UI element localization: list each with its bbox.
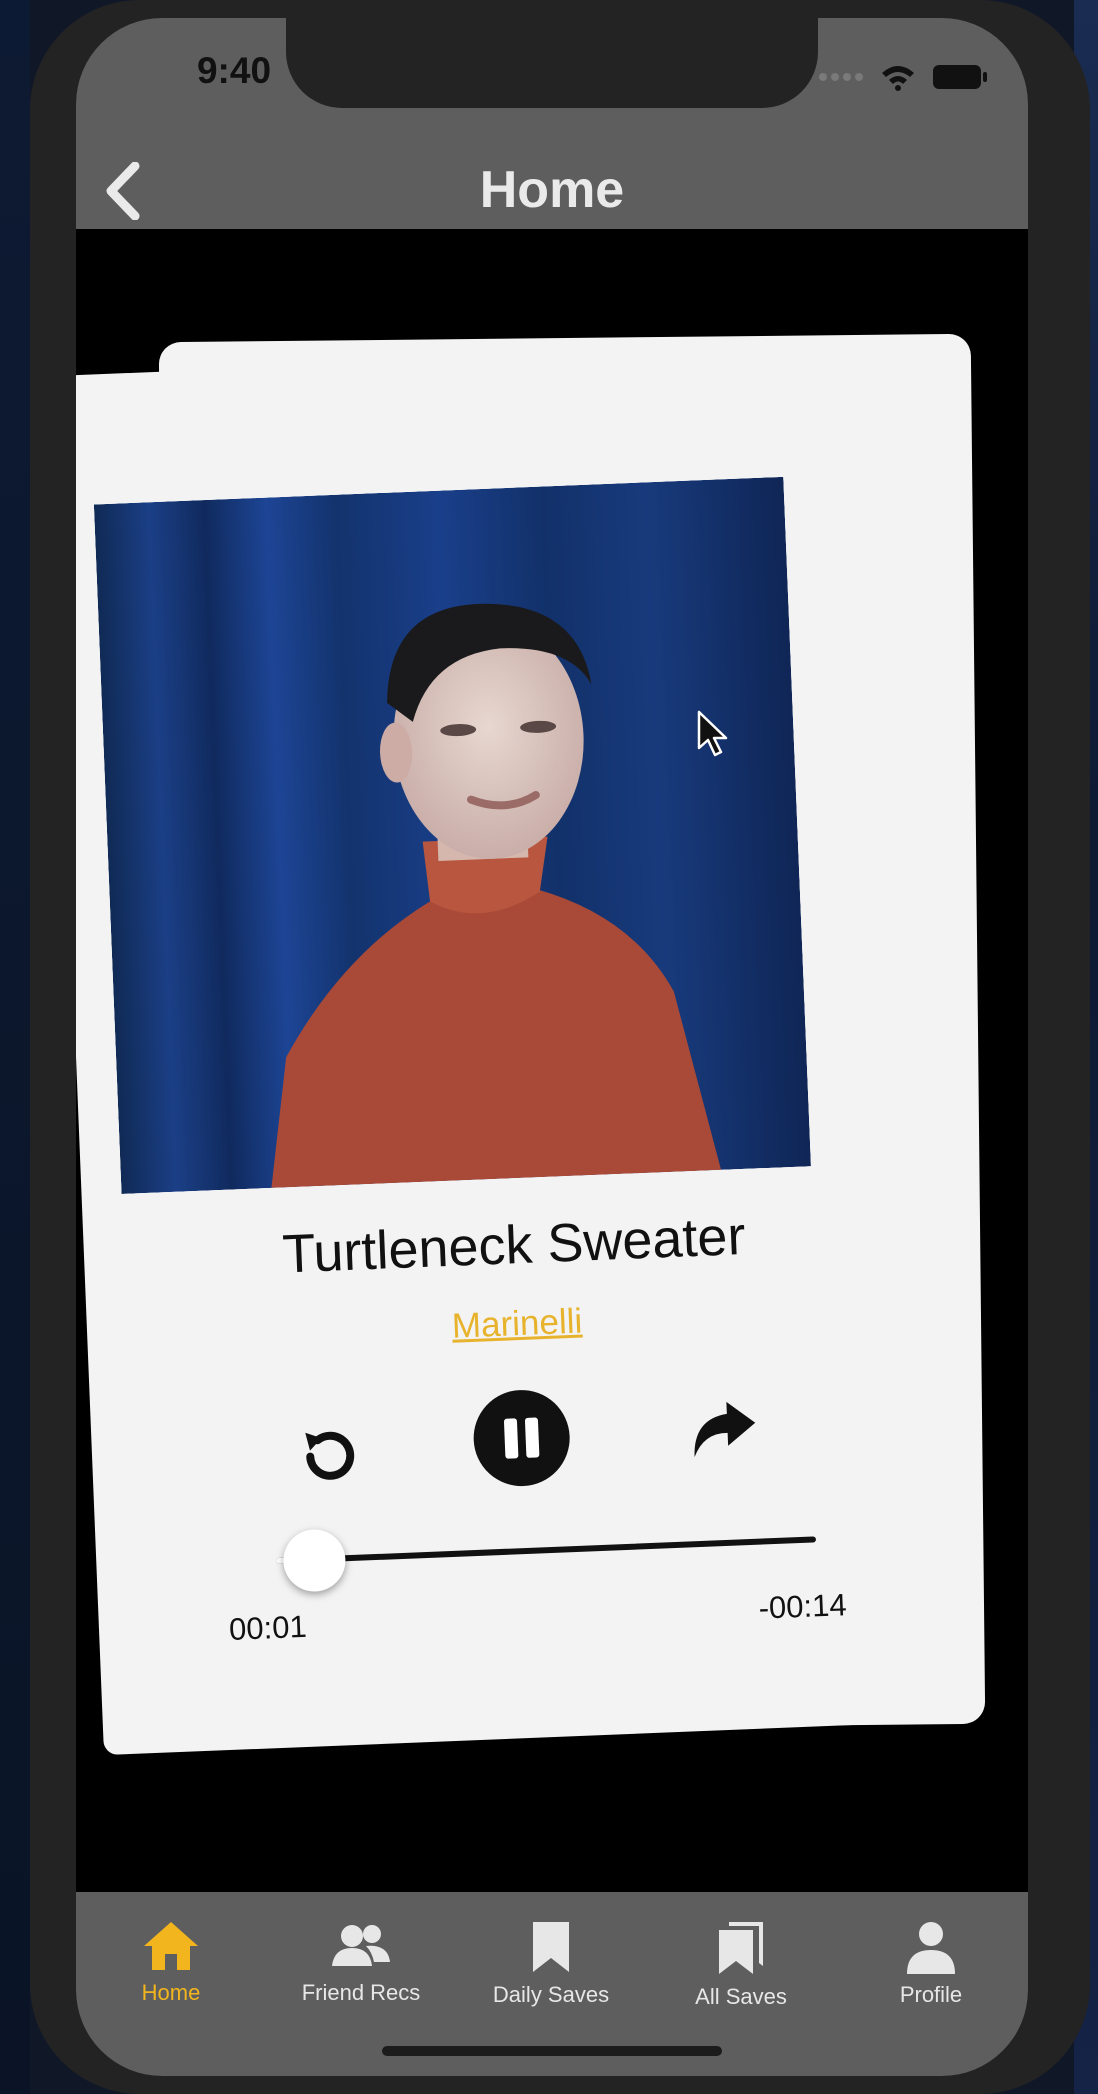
progress-track[interactable]: [276, 1536, 817, 1565]
tab-label: Home: [141, 1980, 201, 2005]
album-art: [93, 476, 811, 1194]
song-title: Turtleneck Sweater: [281, 1205, 747, 1285]
bookmarks-stack-icon: [719, 1922, 763, 1974]
tab-label: Profile: [899, 1982, 963, 2007]
pause-button[interactable]: [470, 1386, 574, 1490]
page-title: Home: [479, 161, 625, 219]
tab-daily-saves[interactable]: Daily Saves: [456, 1920, 646, 2020]
progress-thumb[interactable]: [281, 1528, 347, 1593]
status-time: 9:40: [196, 50, 272, 91]
tab-label: Friend Recs: [301, 1980, 421, 2005]
artist-link[interactable]: Marinelli: [87, 1287, 948, 1361]
share-forward-button[interactable]: [680, 1386, 763, 1469]
status-icons: [818, 60, 988, 94]
home-icon: [144, 1922, 198, 1970]
phone-screen: 9:40 Home Turtleneck Sweater Marinelli 0…: [76, 18, 1028, 2076]
navigation-bar: 9:40 Home: [76, 18, 1028, 229]
playback-controls: [90, 1371, 954, 1515]
home-indicator: [382, 2046, 722, 2056]
album-photo: [93, 476, 811, 1194]
song-card[interactable]: Turtleneck Sweater Marinelli 00:01 -00:1…: [76, 340, 984, 1756]
remaining-time: -00:14: [757, 1587, 848, 1626]
tab-label: Daily Saves: [492, 1982, 610, 2007]
mouse-cursor-icon: [697, 710, 728, 757]
desktop-background-left: [0, 0, 30, 2094]
phone-frame: 9:40 Home Turtleneck Sweater Marinelli 0…: [30, 0, 1090, 2094]
tab-friend-recs[interactable]: Friend Recs: [266, 1920, 456, 2020]
signal-icon: [819, 73, 863, 81]
battery-icon: [933, 65, 987, 89]
wifi-icon: [882, 66, 914, 91]
replay-icon: [305, 1431, 355, 1480]
friends-icon: [332, 1925, 390, 1966]
tab-profile[interactable]: Profile: [836, 1920, 1026, 2020]
elapsed-time: 00:01: [228, 1608, 308, 1647]
device-notch: [286, 18, 818, 108]
tab-home[interactable]: Home: [76, 1920, 266, 2020]
replay-button[interactable]: [287, 1414, 370, 1497]
share-forward-icon: [694, 1401, 756, 1458]
bookmark-icon: [533, 1922, 569, 1972]
tab-all-saves[interactable]: All Saves: [646, 1920, 836, 2020]
pause-icon: [473, 1390, 570, 1487]
profile-icon: [907, 1922, 955, 1974]
tab-label: All Saves: [695, 1984, 787, 2009]
